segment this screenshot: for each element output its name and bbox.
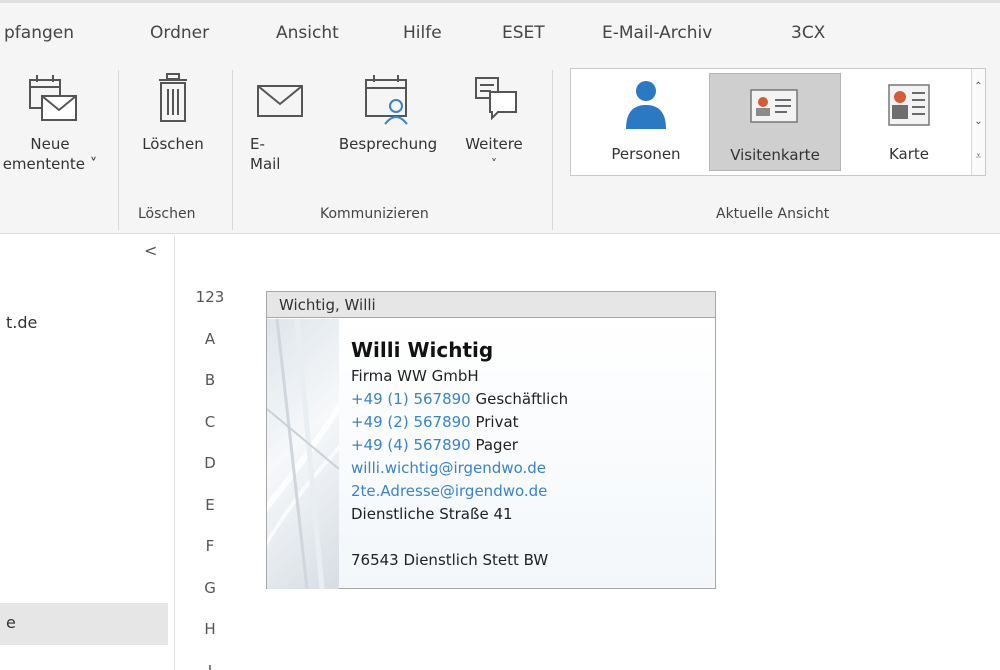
phone-private-row: +49 (2) 567890 Privat bbox=[351, 411, 715, 434]
group-label-communicate: Kommunizieren bbox=[320, 206, 429, 222]
person-icon bbox=[626, 81, 666, 129]
index-e[interactable]: E bbox=[190, 488, 230, 530]
chevron-up-icon[interactable]: ⌃ bbox=[972, 69, 985, 104]
email-primary-link[interactable]: willi.wichtig@irgendwo.de bbox=[351, 457, 715, 480]
folder-item-account[interactable]: t.de bbox=[6, 313, 37, 332]
menu-view[interactable]: Ansicht bbox=[276, 23, 339, 43]
group-label-current-view: Aktuelle Ansicht bbox=[716, 206, 830, 222]
phone-business-type: Geschäftlich bbox=[475, 390, 569, 408]
view-business-card[interactable]: Visitenkarte bbox=[709, 73, 841, 171]
trash-icon bbox=[159, 73, 187, 122]
phone-pager-row: +49 (4) 567890 Pager bbox=[351, 434, 715, 457]
index-h[interactable]: H bbox=[190, 612, 230, 654]
index-d[interactable]: D bbox=[190, 446, 230, 488]
menu-bar: pfangen Ordner Ansicht Hilfe ESET E-Mail… bbox=[0, 0, 1000, 54]
view-gallery: Personen Visitenkarte Karte ⌃ ⌄ ⩡ bbox=[570, 68, 986, 176]
card-icon bbox=[888, 84, 930, 126]
email-button[interactable]: E- Mail bbox=[246, 72, 316, 174]
card-header: Wichtig, Willi bbox=[267, 292, 715, 318]
folder-item-selected[interactable]: e bbox=[0, 603, 168, 645]
ribbon: Neue ementente ˅ Löschen E- Mail Besprec… bbox=[0, 54, 1000, 234]
view-people[interactable]: Personen bbox=[585, 73, 707, 171]
contact-name: Willi Wichtig bbox=[351, 338, 494, 362]
delete-label: Löschen bbox=[142, 135, 204, 153]
view-people-label: Personen bbox=[611, 145, 681, 163]
new-items-label-2: ementente ˅ bbox=[2, 155, 98, 173]
contact-street: Dienstliche Straße 41 bbox=[351, 505, 513, 523]
index-i[interactable]: I bbox=[190, 654, 230, 670]
email-label-2: Mail bbox=[250, 155, 281, 173]
new-items-button[interactable]: Neue ementente ˅ bbox=[0, 72, 100, 174]
business-card-icon bbox=[750, 89, 798, 123]
view-card[interactable]: Karte bbox=[847, 73, 971, 171]
index-c[interactable]: C bbox=[190, 405, 230, 447]
view-card-label: Karte bbox=[888, 145, 930, 163]
new-items-label-1: Neue bbox=[30, 135, 70, 153]
folder-pane: < t.de e bbox=[0, 235, 175, 670]
gallery-scrollbar[interactable]: ⌃ ⌄ ⩡ bbox=[971, 69, 985, 175]
phone-business-number[interactable]: +49 (1) 567890 bbox=[351, 390, 471, 408]
alphabet-index: 123 A B C D E F G H I bbox=[190, 280, 230, 670]
collapse-pane-icon[interactable]: < bbox=[144, 241, 157, 260]
index-g[interactable]: G bbox=[190, 571, 230, 613]
menu-receive[interactable]: pfangen bbox=[4, 23, 74, 43]
contact-company: Firma WW GmbH bbox=[351, 367, 479, 385]
chat-bubbles-icon bbox=[475, 77, 517, 121]
index-a[interactable]: A bbox=[190, 322, 230, 364]
card-body: Willi Wichtig Firma WW GmbH +49 (1) 5678… bbox=[339, 319, 715, 588]
view-business-card-label: Visitenkarte bbox=[730, 146, 820, 164]
card-decoration bbox=[267, 319, 339, 589]
phone-pager-number[interactable]: +49 (4) 567890 bbox=[351, 436, 471, 454]
menu-help[interactable]: Hilfe bbox=[403, 23, 442, 43]
menu-folder[interactable]: Ordner bbox=[150, 23, 209, 43]
phone-business-row: +49 (1) 567890 Geschäftlich bbox=[351, 388, 715, 411]
menu-email-archive[interactable]: E-Mail-Archiv bbox=[602, 23, 712, 43]
more-button[interactable]: Weitere ˅ bbox=[454, 72, 534, 174]
phone-private-number[interactable]: +49 (2) 567890 bbox=[351, 413, 471, 431]
index-f[interactable]: F bbox=[190, 529, 230, 571]
meeting-icon bbox=[365, 75, 408, 125]
delete-button[interactable]: Löschen bbox=[128, 72, 218, 154]
email-secondary-link[interactable]: 2te.Adresse@irgendwo.de bbox=[351, 480, 715, 503]
chevron-down-icon[interactable]: ⌄ bbox=[972, 104, 985, 139]
meeting-button[interactable]: Besprechung bbox=[326, 72, 450, 154]
index-123[interactable]: 123 bbox=[190, 280, 230, 322]
mail-icon bbox=[257, 85, 303, 117]
chevron-down-icon: ˅ bbox=[491, 157, 497, 171]
separator bbox=[552, 70, 553, 230]
menu-eset[interactable]: ESET bbox=[502, 23, 545, 43]
separator bbox=[118, 70, 119, 230]
phone-private-type: Privat bbox=[475, 413, 519, 431]
menu-3cx[interactable]: 3CX bbox=[791, 23, 825, 43]
expand-gallery-icon[interactable]: ⩡ bbox=[972, 139, 985, 174]
meeting-label: Besprechung bbox=[338, 135, 438, 153]
card-pattern-icon bbox=[267, 319, 339, 589]
folder-item-contacts-label: e bbox=[6, 613, 16, 632]
separator bbox=[232, 70, 233, 230]
group-label-delete: Löschen bbox=[138, 206, 196, 222]
index-b[interactable]: B bbox=[190, 363, 230, 405]
business-card[interactable]: Wichtig, Willi Willi Wichtig Firma WW Gm… bbox=[266, 291, 716, 589]
more-label: Weitere bbox=[465, 135, 523, 153]
phone-pager-type: Pager bbox=[475, 436, 518, 454]
contact-city-line: 76543 Dienstlich Stett BW bbox=[351, 551, 549, 569]
new-items-icon bbox=[29, 75, 77, 121]
email-label-1: E- bbox=[250, 135, 265, 153]
